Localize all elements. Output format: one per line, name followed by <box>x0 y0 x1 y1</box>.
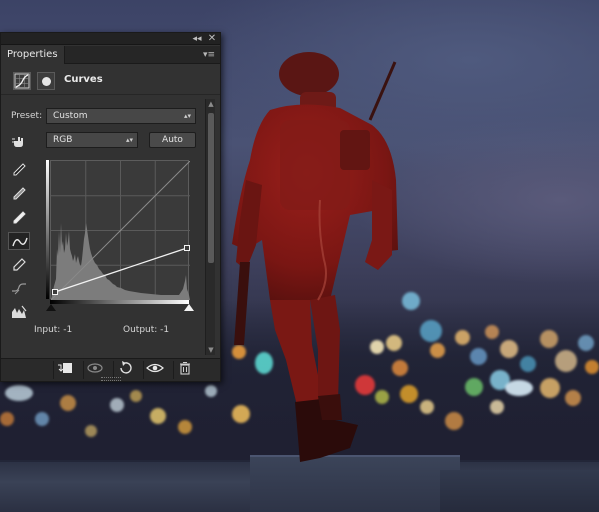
scroll-down-arrow[interactable]: ▼ <box>206 345 216 355</box>
output-readout: Output: -1 <box>123 325 170 335</box>
pencil-icon[interactable] <box>8 256 30 274</box>
panel-scrollbar[interactable]: ▲ ▼ <box>205 99 215 355</box>
updown-arrow-icon: ▴▾ <box>125 136 133 144</box>
curve-point[interactable] <box>52 289 58 295</box>
eye-icon[interactable] <box>143 361 165 379</box>
output-gradient-bar <box>46 160 49 299</box>
hand-target-icon[interactable] <box>8 132 30 150</box>
properties-panel: ◂◂ ✕ Properties ▾≡ Curves ▲ ▼ Preset: Cu… <box>0 32 221 382</box>
adjustment-title: Curves <box>64 74 103 85</box>
input-readout: Input: -1 <box>34 325 73 335</box>
black-point-slider[interactable] <box>46 304 56 311</box>
curves-icon[interactable] <box>13 72 31 90</box>
eyedropper-white-icon[interactable] <box>8 209 30 227</box>
panel-tab-row: Properties ▾≡ <box>1 46 220 64</box>
white-point-slider[interactable] <box>184 304 194 311</box>
close-panel-icon[interactable]: ✕ <box>206 33 218 45</box>
panel-menu-icon[interactable]: ▾≡ <box>201 48 217 62</box>
smooth-curve-icon[interactable] <box>8 279 30 297</box>
preset-value: Custom <box>53 111 88 121</box>
curve-points-icon[interactable] <box>8 232 30 250</box>
updown-arrow-icon: ▴▾ <box>183 112 191 120</box>
curve-point[interactable] <box>184 245 190 251</box>
curves-graph[interactable] <box>50 160 190 300</box>
auto-button[interactable]: Auto <box>149 132 196 148</box>
input-gradient-bar <box>50 300 189 304</box>
scroll-thumb[interactable] <box>208 113 214 263</box>
collapse-panel-icon[interactable]: ◂◂ <box>191 33 203 45</box>
clipping-warning-icon[interactable] <box>8 303 30 321</box>
trash-icon[interactable] <box>173 361 195 379</box>
mask-icon[interactable] <box>37 72 55 90</box>
resize-grip[interactable] <box>101 377 121 381</box>
eyedropper-gray-icon[interactable] <box>8 185 30 203</box>
preset-label: Preset: <box>11 111 43 121</box>
scroll-up-arrow[interactable]: ▲ <box>206 99 216 109</box>
clip-layer-icon[interactable] <box>53 361 75 379</box>
channel-dropdown[interactable]: RGB ▴▾ <box>46 132 138 148</box>
tab-properties[interactable]: Properties <box>1 46 65 64</box>
curves-graph-svg <box>51 161 190 300</box>
eyedropper-black-icon[interactable] <box>8 161 30 179</box>
channel-value: RGB <box>53 135 73 145</box>
preset-dropdown[interactable]: Custom ▴▾ <box>46 108 196 124</box>
adjustment-header: Curves <box>1 65 220 95</box>
mask-dot <box>42 77 51 86</box>
panel-title-bar[interactable]: ◂◂ ✕ <box>1 33 220 45</box>
